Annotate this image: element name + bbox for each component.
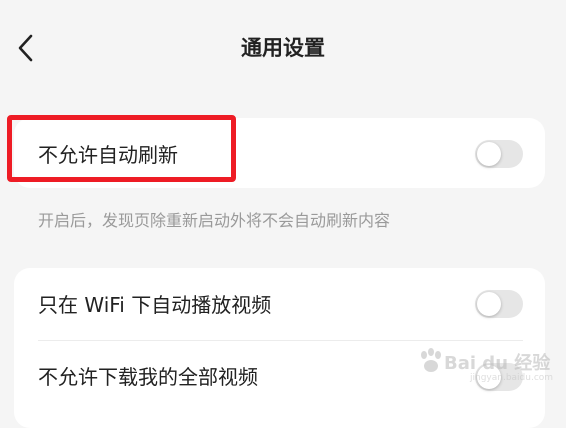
wifi-autoplay-toggle[interactable]	[475, 290, 523, 318]
setting-row-disable-download[interactable]: 不允许下载我的全部视频	[14, 341, 545, 411]
download-videos-toggle[interactable]	[475, 363, 523, 391]
toggle-knob	[477, 292, 501, 316]
settings-card-refresh: 不允许自动刷新	[14, 118, 545, 188]
setting-label: 不允许自动刷新	[38, 143, 178, 167]
setting-hint-text: 开启后，发现页除重新启动外将不会自动刷新内容	[38, 211, 391, 230]
top-nav-bar: 通用设置	[0, 0, 566, 100]
setting-row-disable-auto-refresh[interactable]: 不允许自动刷新	[14, 118, 545, 188]
setting-label: 只在 WiFi 下自动播放视频	[38, 293, 272, 317]
auto-refresh-toggle[interactable]	[475, 140, 523, 168]
toggle-knob	[477, 142, 501, 166]
toggle-knob	[477, 365, 501, 389]
page-title: 通用设置	[241, 36, 325, 60]
setting-label: 不允许下载我的全部视频	[38, 365, 258, 389]
settings-card-video: 只在 WiFi 下自动播放视频 不允许下载我的全部视频	[14, 268, 545, 428]
setting-row-wifi-autoplay[interactable]: 只在 WiFi 下自动播放视频	[14, 268, 545, 338]
